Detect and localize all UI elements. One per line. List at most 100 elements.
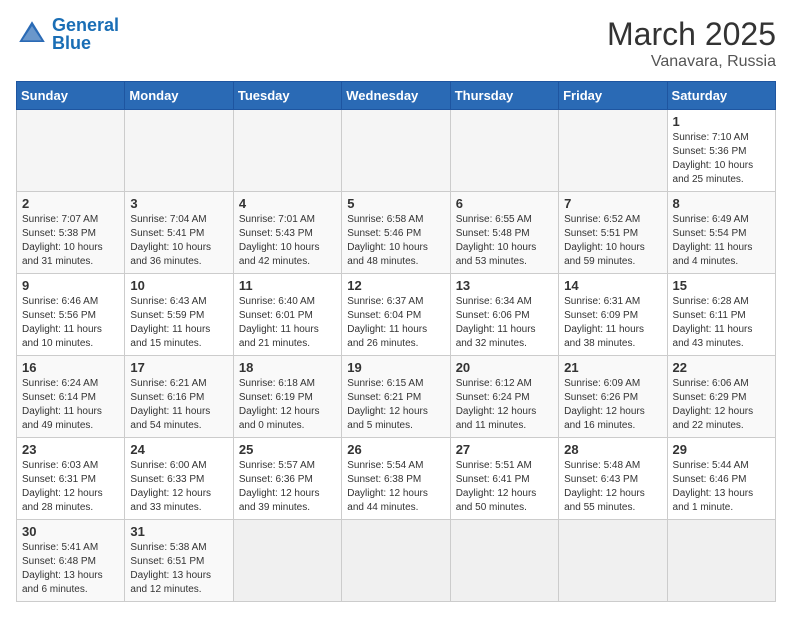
- calendar-week-row: 30 Sunrise: 5:41 AM Sunset: 6:48 PM Dayli…: [17, 520, 776, 602]
- calendar-cell: 12Sunrise: 6:37 AM Sunset: 6:04 PM Dayli…: [342, 274, 450, 356]
- day-info: Sunrise: 5:51 AM Sunset: 6:41 PM Dayligh…: [456, 459, 553, 515]
- calendar-cell: [17, 110, 125, 192]
- day-number: 9: [22, 278, 119, 293]
- day-number: 31: [130, 524, 227, 539]
- day-info: Sunrise: 6:31 AM Sunset: 6:09 PM Dayligh…: [564, 295, 661, 351]
- calendar-week-row: 2 Sunrise: 7:07 AM Sunset: 5:38 PM Daylig…: [17, 192, 776, 274]
- calendar-cell: 31 Sunrise: 5:38 AM Sunset: 6:51 PM Dayli…: [125, 520, 233, 602]
- day-number: 2: [22, 196, 119, 211]
- day-info: Sunrise: 6:49 AM Sunset: 5:54 PM Dayligh…: [673, 213, 770, 269]
- day-number: 10: [130, 278, 227, 293]
- day-info: Sunrise: 5:44 AM Sunset: 6:46 PM Dayligh…: [673, 459, 770, 515]
- day-number: 20: [456, 360, 553, 375]
- calendar-week-row: 9 Sunrise: 6:46 AM Sunset: 5:56 PM Daylig…: [17, 274, 776, 356]
- day-info: Sunrise: 6:46 AM Sunset: 5:56 PM Dayligh…: [22, 295, 119, 351]
- title-block: March 2025 Vanavara, Russia: [607, 16, 776, 71]
- column-header-friday: Friday: [559, 82, 667, 110]
- day-info: Sunrise: 6:58 AM Sunset: 5:46 PM Dayligh…: [347, 213, 444, 269]
- day-info: Sunrise: 5:54 AM Sunset: 6:38 PM Dayligh…: [347, 459, 444, 515]
- calendar-cell: 1 Sunrise: 7:10 AM Sunset: 5:36 PM Daylig…: [667, 110, 775, 192]
- day-info: Sunrise: 5:38 AM Sunset: 6:51 PM Dayligh…: [130, 541, 227, 597]
- day-number: 22: [673, 360, 770, 375]
- day-number: 3: [130, 196, 227, 211]
- day-info: Sunrise: 6:21 AM Sunset: 6:16 PM Dayligh…: [130, 377, 227, 433]
- calendar-cell: [667, 520, 775, 602]
- day-info: Sunrise: 6:03 AM Sunset: 6:31 PM Dayligh…: [22, 459, 119, 515]
- day-info: Sunrise: 6:34 AM Sunset: 6:06 PM Dayligh…: [456, 295, 553, 351]
- calendar-cell: [233, 520, 341, 602]
- day-info: Sunrise: 7:01 AM Sunset: 5:43 PM Dayligh…: [239, 213, 336, 269]
- calendar-cell: [450, 110, 558, 192]
- day-info: Sunrise: 6:09 AM Sunset: 6:26 PM Dayligh…: [564, 377, 661, 433]
- calendar-week-row: 16Sunrise: 6:24 AM Sunset: 6:14 PM Dayli…: [17, 356, 776, 438]
- calendar-cell: 19 Sunrise: 6:15 AM Sunset: 6:21 PM Dayli…: [342, 356, 450, 438]
- calendar-cell: [450, 520, 558, 602]
- column-header-thursday: Thursday: [450, 82, 558, 110]
- day-info: Sunrise: 5:41 AM Sunset: 6:48 PM Dayligh…: [22, 541, 119, 597]
- calendar-cell: 28Sunrise: 5:48 AM Sunset: 6:43 PM Dayli…: [559, 438, 667, 520]
- calendar-cell: [342, 520, 450, 602]
- calendar-cell: 21 Sunrise: 6:09 AM Sunset: 6:26 PM Dayli…: [559, 356, 667, 438]
- calendar-cell: 6Sunrise: 6:55 AM Sunset: 5:48 PM Daylig…: [450, 192, 558, 274]
- day-number: 11: [239, 278, 336, 293]
- day-number: 8: [673, 196, 770, 211]
- calendar-cell: 16Sunrise: 6:24 AM Sunset: 6:14 PM Dayli…: [17, 356, 125, 438]
- day-number: 1: [673, 114, 770, 129]
- calendar-cell: 25Sunrise: 5:57 AM Sunset: 6:36 PM Dayli…: [233, 438, 341, 520]
- day-number: 4: [239, 196, 336, 211]
- column-header-tuesday: Tuesday: [233, 82, 341, 110]
- calendar-cell: 14 Sunrise: 6:31 AM Sunset: 6:09 PM Dayli…: [559, 274, 667, 356]
- column-header-monday: Monday: [125, 82, 233, 110]
- day-info: Sunrise: 6:28 AM Sunset: 6:11 PM Dayligh…: [673, 295, 770, 351]
- day-number: 19: [347, 360, 444, 375]
- day-info: Sunrise: 6:24 AM Sunset: 6:14 PM Dayligh…: [22, 377, 119, 433]
- calendar-cell: 24Sunrise: 6:00 AM Sunset: 6:33 PM Dayli…: [125, 438, 233, 520]
- day-info: Sunrise: 7:07 AM Sunset: 5:38 PM Dayligh…: [22, 213, 119, 269]
- day-number: 17: [130, 360, 227, 375]
- column-header-wednesday: Wednesday: [342, 82, 450, 110]
- day-number: 23: [22, 442, 119, 457]
- calendar-cell: [342, 110, 450, 192]
- day-number: 25: [239, 442, 336, 457]
- day-info: Sunrise: 6:15 AM Sunset: 6:21 PM Dayligh…: [347, 377, 444, 433]
- calendar-cell: 8 Sunrise: 6:49 AM Sunset: 5:54 PM Daylig…: [667, 192, 775, 274]
- day-number: 28: [564, 442, 661, 457]
- calendar-cell: 9 Sunrise: 6:46 AM Sunset: 5:56 PM Daylig…: [17, 274, 125, 356]
- month-year: March 2025: [607, 16, 776, 53]
- day-info: Sunrise: 6:12 AM Sunset: 6:24 PM Dayligh…: [456, 377, 553, 433]
- calendar-cell: 4 Sunrise: 7:01 AM Sunset: 5:43 PM Daylig…: [233, 192, 341, 274]
- calendar-cell: 3Sunrise: 7:04 AM Sunset: 5:41 PM Daylig…: [125, 192, 233, 274]
- calendar-cell: 30 Sunrise: 5:41 AM Sunset: 6:48 PM Dayli…: [17, 520, 125, 602]
- day-number: 30: [22, 524, 119, 539]
- day-info: Sunrise: 6:52 AM Sunset: 5:51 PM Dayligh…: [564, 213, 661, 269]
- calendar-cell: 11 Sunrise: 6:40 AM Sunset: 6:01 PM Dayli…: [233, 274, 341, 356]
- calendar-cell: 7 Sunrise: 6:52 AM Sunset: 5:51 PM Daylig…: [559, 192, 667, 274]
- day-number: 5: [347, 196, 444, 211]
- calendar-cell: 18Sunrise: 6:18 AM Sunset: 6:19 PM Dayli…: [233, 356, 341, 438]
- calendar-cell: 2 Sunrise: 7:07 AM Sunset: 5:38 PM Daylig…: [17, 192, 125, 274]
- day-number: 15: [673, 278, 770, 293]
- day-number: 24: [130, 442, 227, 457]
- location: Vanavara, Russia: [607, 53, 776, 71]
- day-number: 21: [564, 360, 661, 375]
- day-number: 7: [564, 196, 661, 211]
- calendar-cell: [559, 110, 667, 192]
- day-info: Sunrise: 7:10 AM Sunset: 5:36 PM Dayligh…: [673, 131, 770, 187]
- calendar-cell: [233, 110, 341, 192]
- calendar-cell: [125, 110, 233, 192]
- logo: GeneralBlue: [16, 16, 119, 52]
- calendar-cell: 22Sunrise: 6:06 AM Sunset: 6:29 PM Dayli…: [667, 356, 775, 438]
- day-info: Sunrise: 6:40 AM Sunset: 6:01 PM Dayligh…: [239, 295, 336, 351]
- calendar-cell: 23 Sunrise: 6:03 AM Sunset: 6:31 PM Dayli…: [17, 438, 125, 520]
- day-number: 26: [347, 442, 444, 457]
- calendar-header-row: SundayMondayTuesdayWednesdayThursdayFrid…: [17, 82, 776, 110]
- day-info: Sunrise: 6:55 AM Sunset: 5:48 PM Dayligh…: [456, 213, 553, 269]
- calendar-cell: 13 Sunrise: 6:34 AM Sunset: 6:06 PM Dayli…: [450, 274, 558, 356]
- calendar-week-row: 1 Sunrise: 7:10 AM Sunset: 5:36 PM Daylig…: [17, 110, 776, 192]
- calendar-week-row: 23 Sunrise: 6:03 AM Sunset: 6:31 PM Dayli…: [17, 438, 776, 520]
- day-number: 14: [564, 278, 661, 293]
- day-number: 12: [347, 278, 444, 293]
- calendar-cell: 20 Sunrise: 6:12 AM Sunset: 6:24 PM Dayli…: [450, 356, 558, 438]
- calendar-cell: 27Sunrise: 5:51 AM Sunset: 6:41 PM Dayli…: [450, 438, 558, 520]
- day-number: 13: [456, 278, 553, 293]
